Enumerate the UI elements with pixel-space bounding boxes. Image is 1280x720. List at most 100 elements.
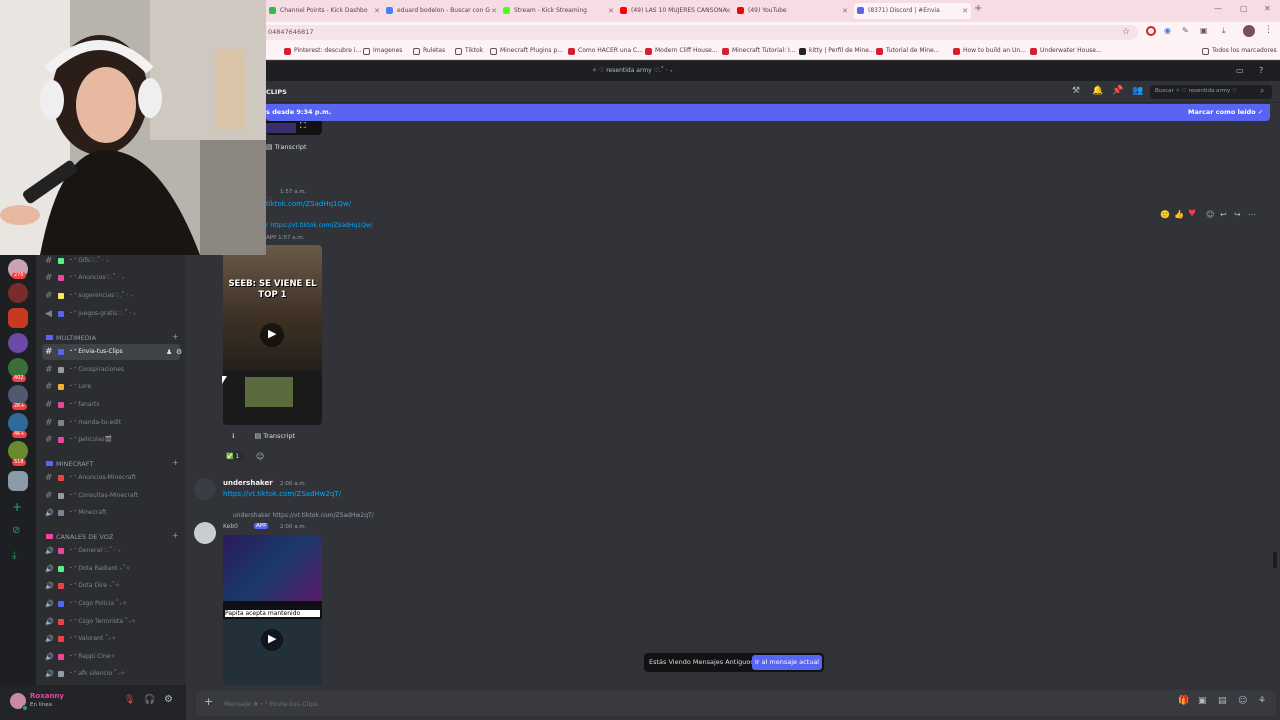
- browser-tab[interactable]: Stream - Kick Streaming ✕: [500, 3, 617, 19]
- bookmark-folder[interactable]: Imagenes: [363, 46, 402, 56]
- add-reaction-icon[interactable]: ☺: [256, 452, 264, 461]
- browser-tab[interactable]: (49) YouTube ✕: [734, 3, 851, 19]
- extension-icon[interactable]: ◉: [1164, 26, 1171, 35]
- play-button[interactable]: ▶: [260, 323, 284, 347]
- close-tab-icon[interactable]: ✕: [374, 3, 380, 19]
- bookmark-item[interactable]: Minecraft Tutorial: I...: [722, 46, 796, 56]
- bookmark-item[interactable]: Modern Cliff House...: [645, 46, 718, 56]
- channel-item-selected[interactable]: # ・ᐩ Envia-tus-Clips ♟ ⚙: [42, 344, 182, 360]
- close-tab-icon[interactable]: ✕: [962, 3, 968, 19]
- channel-item[interactable]: # ・ᐩ fanarts: [42, 397, 180, 413]
- close-tab-icon[interactable]: ✕: [491, 3, 497, 19]
- channel-item[interactable]: ◀ ・ᐩ juegos-gratis♡.˚ ‧ ₊: [42, 306, 180, 322]
- heart-reaction-icon[interactable]: ♥: [1188, 209, 1196, 219]
- jump-to-present-button[interactable]: Ir al mensaje actual: [752, 655, 822, 670]
- apps-icon[interactable]: ⚘: [1258, 696, 1266, 706]
- add-channel-icon[interactable]: +: [172, 458, 179, 467]
- all-bookmarks[interactable]: Todos los marcadores: [1202, 46, 1277, 56]
- new-messages-banner[interactable]: s desde 9:34 p.m. Marcar como leído ✓: [266, 104, 1270, 121]
- mute-mic-icon[interactable]: 🎙: [124, 695, 135, 705]
- fullscreen-icon[interactable]: ⛶: [300, 121, 306, 131]
- server-icon[interactable]: [8, 283, 28, 303]
- channel-item[interactable]: # ・ᐩ Consultas-Minecraft: [42, 488, 180, 504]
- headphones-icon[interactable]: 🎧: [144, 695, 155, 705]
- message-link[interactable]: tiktok.com/ZSadHq1Qw/: [266, 200, 351, 208]
- avatar[interactable]: [194, 478, 216, 500]
- reply-reference[interactable]: r https://vt.tiktok.com/ZSadHq1Qw/: [266, 222, 373, 229]
- download-icon[interactable]: ⤓: [1222, 26, 1226, 36]
- message-scrollbar[interactable]: [1272, 130, 1278, 685]
- member-list-icon[interactable]: 👥: [1132, 86, 1143, 96]
- voice-channel-item[interactable]: 🔊 ・ᐩ Valorant ˚₊✧: [42, 631, 180, 647]
- extensions-puzzle-icon[interactable]: ▣: [1200, 26, 1208, 35]
- invite-icon[interactable]: ♟: [166, 344, 172, 360]
- bookmark-item[interactable]: Underwater House...: [1030, 46, 1102, 56]
- more-options-icon[interactable]: ⋯: [1248, 210, 1256, 219]
- channel-item[interactable]: # ・ᐩ peliculas🎬: [42, 432, 180, 448]
- bookmark-folder[interactable]: Ruletas: [413, 46, 445, 56]
- channel-item[interactable]: # ・ᐩ Conspiraciones: [42, 362, 180, 378]
- info-icon[interactable]: ℹ: [232, 432, 234, 440]
- opera-icon[interactable]: [1146, 26, 1156, 36]
- reply-reference[interactable]: undershaker https://vt.tiktok.com/ZSadHw…: [233, 512, 374, 519]
- channel-item[interactable]: # ・ᐩ Anuncios-Minecraft: [42, 470, 180, 486]
- channel-item[interactable]: # ・ᐩ Lore: [42, 379, 180, 395]
- minimize-icon[interactable]: —: [1214, 4, 1222, 13]
- search-input[interactable]: Buscar ✧ ♡ resentida army ♡ ⌕: [1150, 85, 1272, 99]
- add-channel-icon[interactable]: +: [172, 531, 179, 540]
- reply-icon[interactable]: ↩: [1220, 210, 1227, 219]
- bookmark-item[interactable]: Como HACER una C...: [568, 46, 643, 56]
- voice-channel-item[interactable]: 🔊 ・ᐩ Csgo Terrorista ˚₊✧: [42, 614, 180, 630]
- transcript-button[interactable]: ▤ Transcript: [255, 432, 296, 440]
- voice-channel-item[interactable]: 🔊 ・ᐩ afk silencio ˚₊✧: [42, 666, 180, 682]
- bookmark-item[interactable]: Pinterest: descubre i...: [284, 46, 361, 56]
- play-button[interactable]: ▶: [261, 629, 283, 651]
- reaction-pill[interactable]: ✅ 1: [226, 451, 244, 462]
- add-reaction-icon[interactable]: ☺: [1206, 210, 1214, 219]
- pinned-messages-icon[interactable]: 📌: [1112, 86, 1123, 96]
- emoji-picker-icon[interactable]: ☺: [1238, 696, 1247, 706]
- browser-tab-active[interactable]: (8371) Discord | #Envia ✕: [854, 3, 971, 19]
- extension-icon[interactable]: ✎: [1182, 26, 1189, 35]
- channel-item[interactable]: # ・ᐩ manda-tu-edit: [42, 415, 180, 431]
- url-field[interactable]: 04847646817: [258, 25, 1138, 40]
- browser-tab[interactable]: (49) LAS 10 MUJERES CANSONA ✕: [617, 3, 734, 19]
- bookmark-star-icon[interactable]: ☆: [1122, 27, 1130, 37]
- maximize-icon[interactable]: ▢: [1240, 4, 1248, 13]
- voice-channel-item[interactable]: 🔊 ・ᐩ General♡.˚ ‧ ₊: [42, 543, 180, 559]
- message-link[interactable]: https://vt.tiktok.com/ZSadHw2qT/: [223, 490, 341, 498]
- reaction-emoji-icon[interactable]: 👍: [1174, 210, 1184, 219]
- notification-bell-icon[interactable]: 🔔: [1092, 86, 1103, 96]
- bookmark-item[interactable]: kitty | Perfil de Mine...: [799, 46, 875, 56]
- category-multimedia[interactable]: Multimedia: [46, 334, 96, 342]
- category-minecraft[interactable]: Minecraft: [46, 460, 93, 468]
- bookmark-item[interactable]: Tutorial de Mine...: [876, 46, 939, 56]
- voice-channel-item[interactable]: 🔊 ・ᐩ Minecraft: [42, 505, 180, 521]
- bookmark-item[interactable]: How to build an Un...: [953, 46, 1026, 56]
- add-channel-icon[interactable]: +: [172, 332, 179, 341]
- avatar[interactable]: [194, 522, 216, 544]
- category-voice[interactable]: Canales de voz: [46, 533, 113, 541]
- profile-avatar[interactable]: [1243, 25, 1255, 37]
- tiktok-video-embed[interactable]: SEEB: SE VIENE EL TOP 1 ▶: [223, 245, 322, 425]
- threads-icon[interactable]: ⚒: [1072, 86, 1080, 96]
- sticker-icon[interactable]: ▤: [1218, 696, 1227, 706]
- close-tab-icon[interactable]: ✕: [842, 3, 848, 19]
- transcript-button[interactable]: ▤ Transcript: [266, 143, 307, 151]
- voice-channel-item[interactable]: 🔊 ・ᐩ Dota Radiant ₊˚✧: [42, 561, 180, 577]
- upload-plus-icon[interactable]: +: [204, 695, 213, 708]
- voice-channel-item[interactable]: 🔊 ・ᐩ Csgo Policia ˚₊✧: [42, 596, 180, 612]
- help-icon[interactable]: ?: [1259, 66, 1263, 75]
- tiktok-video-embed[interactable]: Papita acepta mantenido ▶: [223, 535, 322, 685]
- channel-item[interactable]: # ・ᐩ Anuncios♡.˚ ‧ ₊: [42, 270, 180, 286]
- scroll-thumb[interactable]: [1273, 552, 1277, 568]
- close-window-icon[interactable]: ✕: [1264, 4, 1271, 13]
- channel-item[interactable]: # ・ᐩ Gifs♡.˚ ‧ ₊: [42, 255, 180, 269]
- bookmark-folder[interactable]: Minecraft Plugins p...: [490, 46, 563, 56]
- explore-icon[interactable]: ⊘: [12, 525, 20, 536]
- gif-icon[interactable]: ▣: [1198, 696, 1207, 706]
- browser-tab[interactable]: Channel Points - Kick Dashbo ✕: [266, 3, 383, 19]
- inbox-icon[interactable]: ▭: [1236, 66, 1244, 75]
- server-icon[interactable]: [8, 413, 28, 433]
- bookmark-folder[interactable]: Tiktok: [455, 46, 483, 56]
